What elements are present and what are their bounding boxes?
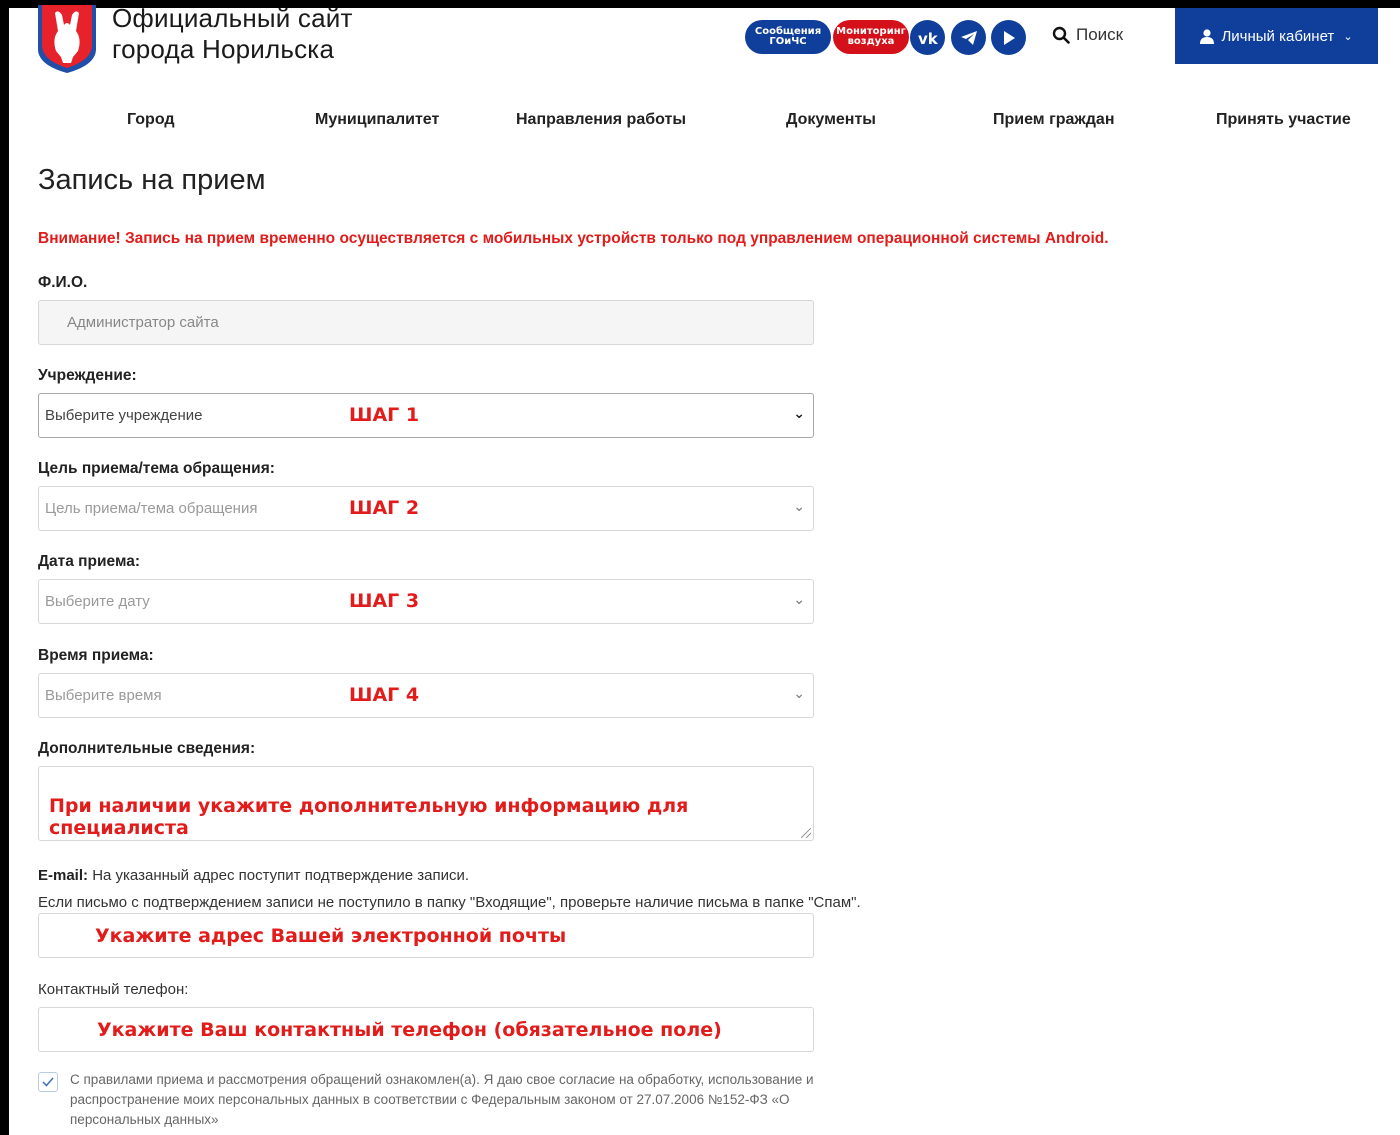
messages-line2: ГОиЧС: [769, 36, 807, 47]
chevron-down-icon: ⌄: [1343, 30, 1353, 43]
nav-item-city[interactable]: Город: [127, 111, 175, 129]
resize-handle[interactable]: [801, 828, 811, 838]
step-1-annotation: ШАГ 1: [349, 404, 420, 426]
fio-field: Администратор сайта: [38, 300, 814, 345]
chevron-down-icon: ⌄: [793, 685, 805, 701]
user-icon: [1200, 28, 1215, 44]
email-label: E-mail:: [38, 867, 89, 884]
page-title: Запись на прием: [38, 164, 266, 196]
step-2-annotation: ШАГ 2: [349, 497, 420, 519]
air-monitoring-button[interactable]: Мониторинг воздуха: [833, 20, 909, 54]
fio-value: Администратор сайта: [67, 314, 219, 331]
extra-info-textarea[interactable]: При наличии укажите дополнительную инфор…: [38, 766, 814, 841]
personal-account-button[interactable]: Личный кабинет ⌄: [1175, 8, 1378, 64]
nav-item-documents[interactable]: Документы: [786, 111, 876, 129]
messages-gochs-button[interactable]: Сообщения ГОиЧС: [745, 20, 831, 54]
play-video-icon[interactable]: [991, 20, 1026, 55]
fio-label: Ф.И.О.: [38, 274, 88, 291]
institution-placeholder: Выберите учреждение: [45, 407, 203, 424]
chevron-down-icon: ⌄: [793, 498, 805, 514]
phone-label: Контактный телефон:: [38, 981, 189, 998]
date-select[interactable]: Выберите дату ШАГ 3 ⌄: [38, 579, 814, 624]
site-title[interactable]: Официальный сайт города Норильска: [112, 3, 353, 65]
date-placeholder: Выберите дату: [45, 593, 150, 610]
vk-icon[interactable]: vk: [910, 20, 945, 55]
telegram-icon[interactable]: [951, 20, 986, 55]
screenshot-frame-left: [0, 0, 9, 1135]
consent-checkbox[interactable]: [38, 1072, 58, 1092]
phone-input[interactable]: Укажите Ваш контактный телефон (обязател…: [38, 1007, 814, 1052]
android-warning: Внимание! Запись на прием временно осуще…: [38, 230, 1109, 247]
email-info: E-mail: На указанный адрес поступит подт…: [38, 862, 861, 916]
email-note-2: Если письмо с подтверждением записи не п…: [38, 894, 861, 911]
time-label: Время приема:: [38, 647, 154, 664]
search-label: Поиск: [1076, 25, 1124, 44]
step-4-annotation: ШАГ 4: [349, 684, 420, 706]
svg-text:vk: vk: [918, 31, 939, 45]
date-label: Дата приема:: [38, 553, 140, 570]
phone-hint: Укажите Ваш контактный телефон (обязател…: [97, 1019, 722, 1041]
purpose-label: Цель приема/тема обращения:: [38, 460, 275, 477]
email-hint: Укажите адрес Вашей электронной почты: [95, 925, 567, 947]
time-select[interactable]: Выберите время ШАГ 4 ⌄: [38, 673, 814, 718]
extra-info-hint: При наличии укажите дополнительную инфор…: [49, 795, 689, 839]
institution-label: Учреждение:: [38, 367, 137, 384]
city-logo[interactable]: [38, 5, 96, 73]
nav-item-municipality[interactable]: Муниципалитет: [315, 111, 439, 129]
search-button[interactable]: Поиск: [1052, 25, 1123, 45]
site-title-line1: Официальный сайт: [112, 3, 353, 33]
account-label: Личный кабинет: [1221, 27, 1335, 45]
extra-info-label: Дополнительные сведения:: [38, 740, 256, 757]
consent-text: С правилами приема и рассмотрения обраще…: [70, 1072, 814, 1127]
monitoring-line2: воздуха: [847, 36, 895, 47]
email-note-1: На указанный адрес поступит подтверждени…: [92, 867, 470, 884]
institution-select[interactable]: Выберите учреждение ШАГ 1 ⌄: [38, 393, 814, 438]
chevron-down-icon: ⌄: [793, 591, 805, 607]
step-3-annotation: ШАГ 3: [349, 590, 420, 612]
site-title-line2: города Норильска: [112, 34, 335, 64]
purpose-select[interactable]: Цель приема/тема обращения ШАГ 2 ⌄: [38, 486, 814, 531]
chevron-down-icon: ⌄: [793, 405, 805, 421]
time-placeholder: Выберите время: [45, 687, 162, 704]
nav-item-reception[interactable]: Прием граждан: [993, 111, 1114, 129]
purpose-placeholder: Цель приема/тема обращения: [45, 500, 258, 517]
email-input[interactable]: Укажите адрес Вашей электронной почты: [38, 913, 814, 958]
search-icon: [1052, 26, 1070, 44]
nav-item-directions[interactable]: Направления работы: [516, 111, 686, 129]
nav-item-participate[interactable]: Принять участие: [1216, 111, 1351, 129]
checkmark-icon: [42, 1077, 54, 1087]
